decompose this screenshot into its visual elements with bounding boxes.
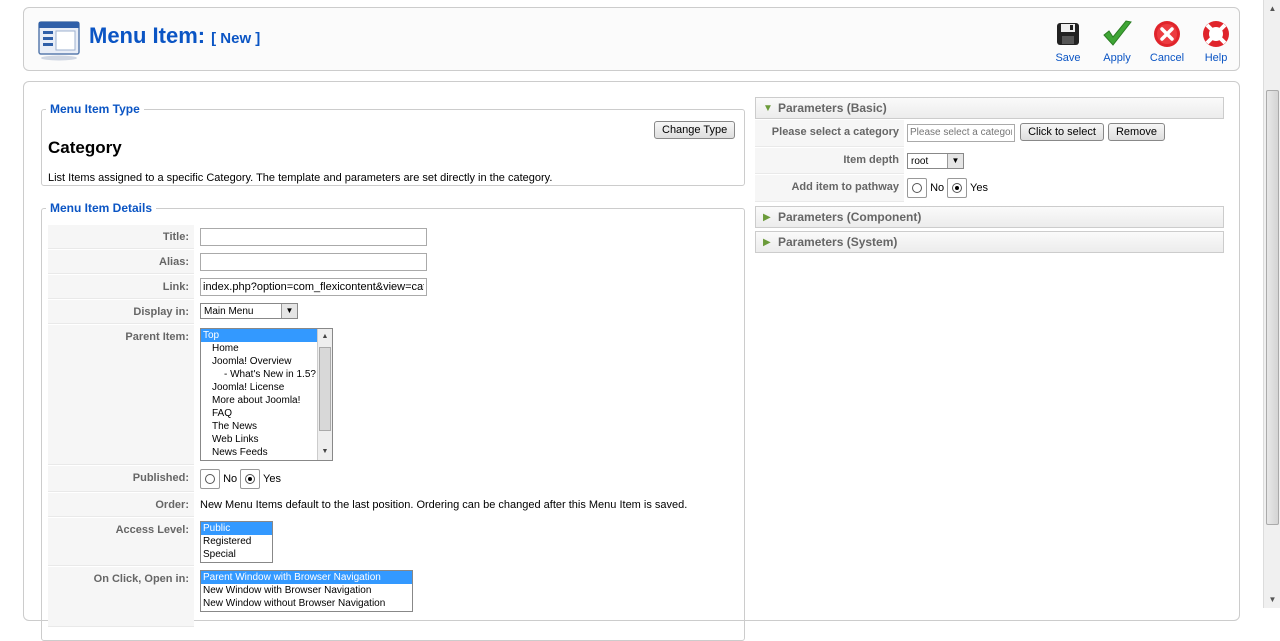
title-row: Title: xyxy=(48,225,738,249)
list-option[interactable]: The News xyxy=(201,420,317,433)
menu-type-name: Category xyxy=(48,138,122,157)
list-option[interactable]: Web Links xyxy=(201,433,317,446)
apply-icon xyxy=(1103,20,1132,46)
alias-row: Alias: xyxy=(48,250,738,274)
link-label: Link: xyxy=(48,275,194,299)
order-row: Order: New Menu Items default to the las… xyxy=(48,493,738,517)
display-row: Display in: Main Menu ▼ xyxy=(48,300,738,324)
alias-input[interactable] xyxy=(200,253,427,271)
save-button[interactable]: Save xyxy=(1043,16,1093,66)
menu-item-details-legend: Menu Item Details xyxy=(50,201,153,215)
link-row: Link: xyxy=(48,275,738,299)
item-depth-row: Item depth root ▼ xyxy=(755,148,1224,174)
pathway-yes-radio[interactable] xyxy=(947,178,968,198)
list-option[interactable]: Special xyxy=(201,548,272,561)
title-input[interactable] xyxy=(200,228,427,246)
list-option[interactable]: - What's New in 1.5? xyxy=(201,368,317,381)
published-no-radio[interactable] xyxy=(200,469,220,489)
main-panel: Menu Item Type Category Change Type List… xyxy=(23,81,1240,641)
list-option[interactable]: Home xyxy=(201,342,317,355)
list-option[interactable]: Registered xyxy=(201,535,272,548)
link-input[interactable] xyxy=(200,278,427,296)
params-component-header[interactable]: ▶ Parameters (Component) xyxy=(755,206,1224,228)
params-basic-header[interactable]: ▼ Parameters (Basic) xyxy=(755,97,1224,119)
click-to-select-button[interactable]: Click to select xyxy=(1020,123,1104,141)
menu-item-type-legend: Menu Item Type xyxy=(50,102,140,116)
menu-item-type-section: Menu Item Type Category Change Type List… xyxy=(41,102,745,186)
toolbar: Menu Item:[ New ] Save Apply Cancel Help xyxy=(23,7,1240,71)
change-type-button[interactable]: Change Type xyxy=(654,121,736,139)
list-option[interactable]: New Window without Browser Navigation xyxy=(201,597,412,610)
parent-item-listbox[interactable]: ▲ ▼ Top Home Joomla! Overview - What's New … xyxy=(200,328,333,461)
pathway-row: Add item to pathway No Yes xyxy=(755,175,1224,202)
category-row: Please select a category Click to select… xyxy=(755,120,1224,147)
page-subtitle: [ New ] xyxy=(211,30,261,47)
alias-label: Alias: xyxy=(48,250,194,274)
list-option[interactable]: News Feeds xyxy=(201,446,317,459)
onclick-label: On Click, Open in: xyxy=(48,567,194,627)
display-in-select[interactable]: Main Menu ▼ xyxy=(200,303,298,319)
published-label: Published: xyxy=(48,466,194,492)
save-icon xyxy=(1057,23,1079,45)
scroll-up-icon[interactable]: ▲ xyxy=(1265,0,1280,17)
title-label: Title: xyxy=(48,225,194,249)
params-system-header[interactable]: ▶ Parameters (System) xyxy=(755,231,1224,253)
collapsed-triangle-icon: ▶ xyxy=(763,237,771,248)
access-level-row: Access Level: Public Registered Special xyxy=(48,518,738,566)
onclick-listbox[interactable]: Parent Window with Browser Navigation New… xyxy=(200,570,413,612)
item-depth-select[interactable]: root ▼ xyxy=(907,153,964,169)
list-option[interactable]: Top xyxy=(201,329,317,342)
help-button[interactable]: Help xyxy=(1191,16,1241,66)
parent-item-label: Parent Item: xyxy=(48,325,194,465)
list-option[interactable]: Joomla! License xyxy=(201,381,317,394)
cancel-button[interactable]: Cancel xyxy=(1142,16,1192,66)
access-level-listbox[interactable]: Public Registered Special xyxy=(200,521,273,563)
parent-item-row: Parent Item: ▲ ▼ Top Home Joomla! Overview… xyxy=(48,325,738,465)
list-option[interactable]: FAQ xyxy=(201,407,317,420)
chevron-down-icon: ▼ xyxy=(947,154,963,168)
list-option[interactable]: More about Joomla! xyxy=(201,394,317,407)
help-icon xyxy=(1203,21,1229,47)
chevron-down-icon: ▼ xyxy=(281,304,297,318)
scrollbar-thumb[interactable] xyxy=(1266,90,1279,525)
list-option[interactable]: New Window with Browser Navigation xyxy=(201,584,412,597)
collapsed-triangle-icon: ▶ xyxy=(763,212,771,223)
pathway-no-radio[interactable] xyxy=(907,178,927,198)
list-option[interactable]: Parent Window with Browser Navigation xyxy=(201,571,412,584)
published-row: Published: No Yes xyxy=(48,466,738,492)
onclick-row: On Click, Open in: Parent Window with Br… xyxy=(48,567,738,627)
list-option[interactable]: Joomla! Overview xyxy=(201,355,317,368)
category-label: Please select a category xyxy=(755,120,904,147)
access-level-label: Access Level: xyxy=(48,518,194,566)
category-input[interactable] xyxy=(907,123,1015,142)
apply-button[interactable]: Apply xyxy=(1092,16,1142,66)
published-yes-radio[interactable] xyxy=(240,469,261,489)
order-label: Order: xyxy=(48,493,194,517)
order-text: New Menu Items default to the last posit… xyxy=(200,499,688,511)
expanded-triangle-icon: ▼ xyxy=(763,103,773,114)
menu-type-description: List Items assigned to a specific Catego… xyxy=(48,172,553,184)
menu-item-details-section: Menu Item Details Title: Alias: Link: Di… xyxy=(41,201,745,641)
cancel-icon xyxy=(1154,21,1180,47)
item-depth-label: Item depth xyxy=(755,148,904,174)
pathway-label: Add item to pathway xyxy=(755,175,904,202)
page-scrollbar[interactable]: ▲ ▼ xyxy=(1263,0,1280,608)
remove-button[interactable]: Remove xyxy=(1107,123,1165,141)
scroll-down-icon[interactable]: ▼ xyxy=(1265,591,1280,608)
list-option[interactable]: Public xyxy=(201,522,272,535)
display-in-label: Display in: xyxy=(48,300,194,324)
menu-manager-icon xyxy=(38,21,80,61)
page-title: Menu Item:[ New ] xyxy=(89,23,261,48)
listbox-scrollbar[interactable]: ▲ ▼ xyxy=(317,329,332,460)
